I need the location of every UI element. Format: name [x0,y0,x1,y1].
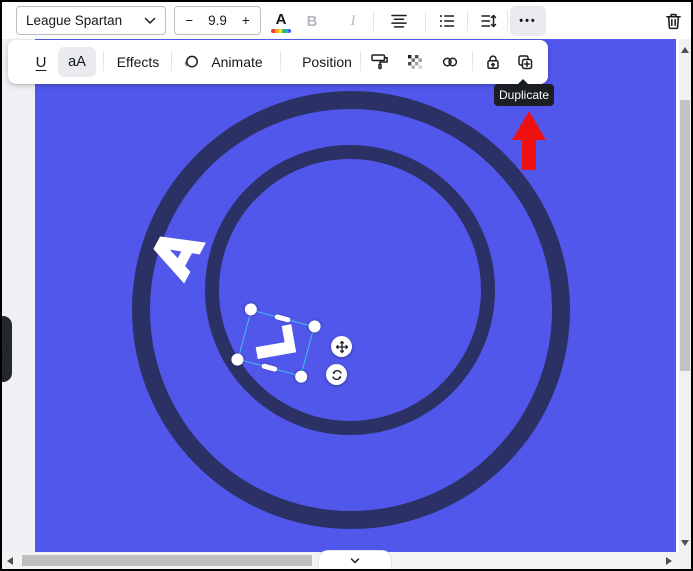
move-arrows-icon [335,340,349,354]
tooltip-pointer [517,79,529,85]
bulleted-list-icon [438,12,456,30]
font-selector[interactable]: League Spartan [16,6,166,35]
toolbar-divider [280,51,281,71]
vertical-scrollbar[interactable] [679,39,691,552]
red-annotation-arrow [505,105,555,175]
move-button[interactable] [331,336,352,357]
rotate-arrows-icon [330,368,344,382]
padlock-icon [484,53,502,71]
font-size-increase-button[interactable]: + [232,13,260,28]
rainbow-color-bar [271,29,291,33]
text-color-button[interactable]: A [266,6,296,36]
line-spacing-button[interactable] [474,6,504,36]
design-canvas[interactable]: A L [35,39,676,552]
scroll-up-arrow[interactable] [681,47,689,53]
horizontal-scrollbar-thumb[interactable] [22,555,312,566]
font-size-stepper: − 9.9 + [174,6,261,35]
line-spacing-icon [480,12,498,30]
duplicate-button[interactable] [511,47,539,77]
link-button[interactable] [436,47,464,77]
rotate-button[interactable] [326,364,347,385]
effects-button[interactable]: Effects [108,47,168,77]
bold-button[interactable]: B [299,6,325,36]
transparency-button[interactable] [401,47,429,77]
toolbar-divider [171,51,172,71]
circle-rings-graphic [35,39,676,552]
copy-style-button[interactable] [366,47,394,77]
toolbar-divider [472,51,473,71]
font-size-value[interactable]: 9.9 [203,13,231,28]
more-options-button[interactable]: ••• [510,6,546,36]
text-case-button[interactable]: aA [58,47,96,77]
chevron-down-icon [350,557,360,565]
scroll-down-arrow[interactable] [681,540,689,546]
animate-button[interactable]: Animate [204,47,270,77]
font-selector-value: League Spartan [26,13,122,28]
underline-button[interactable]: U [28,47,54,77]
toolbar-divider [360,51,361,71]
vertical-scrollbar-thumb[interactable] [680,100,690,371]
list-button[interactable] [432,6,462,36]
toolbar-divider [373,11,374,31]
tooltip-text: Duplicate [499,88,549,102]
trash-icon [664,12,683,31]
duplicate-icon [516,53,534,71]
scrollbar-corner [679,552,691,569]
checkerboard-icon [406,53,424,71]
animate-icon [180,47,202,77]
delete-button[interactable] [658,6,688,36]
toolbar-divider [425,11,426,31]
align-center-icon [390,12,408,30]
scroll-left-arrow[interactable] [7,557,13,565]
page-collapse-handle[interactable] [318,550,392,570]
toolbar-divider [103,51,104,71]
toolbar-divider [507,11,508,31]
chevron-down-icon [144,17,156,25]
context-toolbar: U aA Effects Animate Position [8,40,548,84]
duplicate-tooltip: Duplicate [494,84,554,106]
editor-background-strip [2,39,35,552]
scroll-right-arrow[interactable] [666,557,672,565]
toolbar-divider [467,11,468,31]
lock-button[interactable] [479,47,507,77]
position-button[interactable]: Position [295,47,359,77]
canva-editor-window: League Spartan − 9.9 + A B I [0,0,693,571]
text-align-button[interactable] [384,6,414,36]
font-size-decrease-button[interactable]: − [175,13,203,28]
italic-button[interactable]: I [341,6,365,36]
collapse-panel-tab[interactable] [2,316,12,382]
paint-roller-icon [370,52,390,72]
chevron-left-icon [4,345,10,354]
top-toolbar: League Spartan − 9.9 + A B I [2,2,691,39]
chain-link-icon [441,53,459,71]
text-color-letter: A [276,13,287,27]
